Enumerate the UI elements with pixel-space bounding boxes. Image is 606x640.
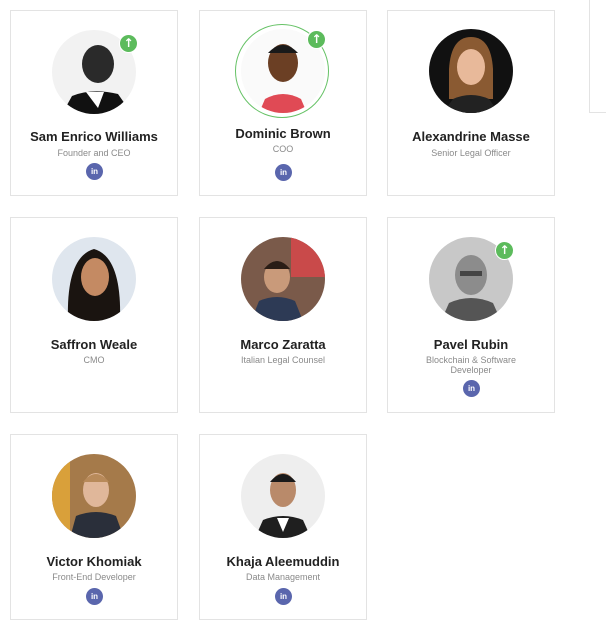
member-role: Senior Legal Officer [431, 148, 511, 158]
team-card-alexandrine-masse: Alexandrine Masse Senior Legal Officer [387, 10, 555, 196]
team-card-marco-zaratta: Marco Zaratta Italian Legal Counsel [199, 217, 367, 413]
member-name: Dominic Brown [235, 126, 331, 141]
member-role-line-1: Blockchain & Software [425, 355, 517, 365]
member-name: Saffron Weale [50, 337, 138, 352]
member-role: Italian Legal Counsel [240, 355, 326, 365]
linkedin-icon[interactable]: in [275, 588, 292, 605]
team-card-sam-enrico-williams: ↑ Sam Enrico Williams Founder and CEO in [10, 10, 178, 196]
avatar [241, 454, 325, 538]
team-card-saffron-weale: Saffron Weale CMO [10, 217, 178, 413]
member-role: Front-End Developer [52, 572, 136, 582]
member-name: Alexandrine Masse [412, 129, 530, 144]
avatar [52, 237, 136, 321]
avatar [241, 237, 325, 321]
avatar [429, 29, 513, 113]
member-name: Sam Enrico Williams [30, 129, 158, 144]
linkedin-icon[interactable]: in [463, 380, 480, 397]
arrow-up-icon: ↑ [119, 34, 138, 53]
member-name: Victor Khomiak [46, 554, 142, 569]
avatar [52, 454, 136, 538]
team-card-khaja-aleemuddin: Khaja Aleemuddin Data Management in [199, 434, 367, 620]
member-role: CMO [83, 355, 105, 365]
linkedin-icon[interactable]: in [275, 164, 292, 181]
member-role-line-2: Developer [450, 365, 492, 375]
team-card-dominic-brown: ↑ Dominic Brown COO in [199, 10, 367, 196]
linkedin-icon[interactable]: in [86, 163, 103, 180]
team-card-pavel-rubin: ↑ Pavel Rubin Blockchain & Software Deve… [387, 217, 555, 413]
arrow-up-icon: ↑ [495, 241, 514, 260]
team-card-victor-khomiak: Victor Khomiak Front-End Developer in [10, 434, 178, 620]
side-panel-edge [589, 0, 606, 113]
member-role: Founder and CEO [57, 148, 131, 158]
member-name: Pavel Rubin [433, 337, 509, 352]
member-name: Khaja Aleemuddin [226, 554, 340, 569]
member-role: COO [272, 144, 294, 154]
member-role: Data Management [245, 572, 321, 582]
arrow-up-icon: ↑ [307, 30, 326, 49]
member-name: Marco Zaratta [240, 337, 326, 352]
linkedin-icon[interactable]: in [86, 588, 103, 605]
